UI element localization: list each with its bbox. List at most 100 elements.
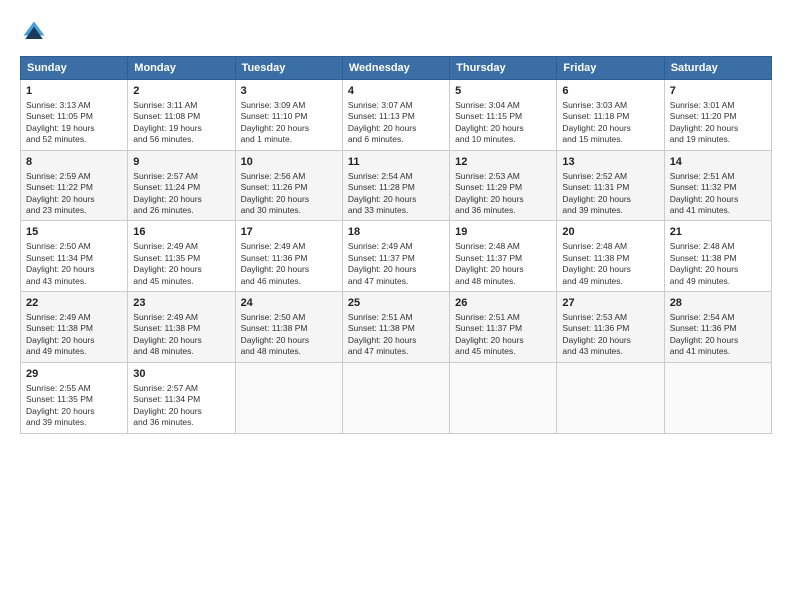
header-day-wednesday: Wednesday xyxy=(342,57,449,80)
day-info: Sunrise: 2:49 AM Sunset: 11:38 PM Daylig… xyxy=(133,312,229,358)
day-number: 22 xyxy=(26,296,122,311)
calendar-cell: 29Sunrise: 2:55 AM Sunset: 11:35 PM Dayl… xyxy=(21,362,128,433)
calendar-cell: 21Sunrise: 2:48 AM Sunset: 11:38 PM Dayl… xyxy=(664,221,771,292)
day-info: Sunrise: 2:59 AM Sunset: 11:22 PM Daylig… xyxy=(26,171,122,217)
calendar-cell: 22Sunrise: 2:49 AM Sunset: 11:38 PM Dayl… xyxy=(21,292,128,363)
page: SundayMondayTuesdayWednesdayThursdayFrid… xyxy=(0,0,792,612)
header xyxy=(20,18,772,46)
day-number: 11 xyxy=(348,155,444,170)
day-number: 7 xyxy=(670,84,766,99)
calendar-cell: 23Sunrise: 2:49 AM Sunset: 11:38 PM Dayl… xyxy=(128,292,235,363)
day-number: 14 xyxy=(670,155,766,170)
calendar-cell: 2Sunrise: 3:11 AM Sunset: 11:08 PM Dayli… xyxy=(128,80,235,151)
day-number: 2 xyxy=(133,84,229,99)
calendar-cell: 12Sunrise: 2:53 AM Sunset: 11:29 PM Dayl… xyxy=(450,150,557,221)
week-row-1: 1Sunrise: 3:13 AM Sunset: 11:05 PM Dayli… xyxy=(21,80,772,151)
day-number: 29 xyxy=(26,367,122,382)
calendar-cell: 4Sunrise: 3:07 AM Sunset: 11:13 PM Dayli… xyxy=(342,80,449,151)
header-day-saturday: Saturday xyxy=(664,57,771,80)
day-info: Sunrise: 2:50 AM Sunset: 11:38 PM Daylig… xyxy=(241,312,337,358)
calendar-cell: 30Sunrise: 2:57 AM Sunset: 11:34 PM Dayl… xyxy=(128,362,235,433)
calendar-cell: 18Sunrise: 2:49 AM Sunset: 11:37 PM Dayl… xyxy=(342,221,449,292)
day-info: Sunrise: 2:51 AM Sunset: 11:38 PM Daylig… xyxy=(348,312,444,358)
calendar-cell: 7Sunrise: 3:01 AM Sunset: 11:20 PM Dayli… xyxy=(664,80,771,151)
day-number: 5 xyxy=(455,84,551,99)
calendar-cell: 5Sunrise: 3:04 AM Sunset: 11:15 PM Dayli… xyxy=(450,80,557,151)
calendar-cell: 13Sunrise: 2:52 AM Sunset: 11:31 PM Dayl… xyxy=(557,150,664,221)
day-number: 16 xyxy=(133,225,229,240)
day-number: 24 xyxy=(241,296,337,311)
week-row-4: 22Sunrise: 2:49 AM Sunset: 11:38 PM Dayl… xyxy=(21,292,772,363)
week-row-5: 29Sunrise: 2:55 AM Sunset: 11:35 PM Dayl… xyxy=(21,362,772,433)
calendar-cell xyxy=(342,362,449,433)
calendar-cell: 6Sunrise: 3:03 AM Sunset: 11:18 PM Dayli… xyxy=(557,80,664,151)
day-info: Sunrise: 2:49 AM Sunset: 11:37 PM Daylig… xyxy=(348,241,444,287)
calendar-cell: 14Sunrise: 2:51 AM Sunset: 11:32 PM Dayl… xyxy=(664,150,771,221)
day-number: 30 xyxy=(133,367,229,382)
week-row-3: 15Sunrise: 2:50 AM Sunset: 11:34 PM Dayl… xyxy=(21,221,772,292)
day-info: Sunrise: 2:54 AM Sunset: 11:36 PM Daylig… xyxy=(670,312,766,358)
day-info: Sunrise: 2:53 AM Sunset: 11:29 PM Daylig… xyxy=(455,171,551,217)
day-number: 27 xyxy=(562,296,658,311)
day-number: 4 xyxy=(348,84,444,99)
day-number: 19 xyxy=(455,225,551,240)
logo-icon xyxy=(20,18,48,46)
header-day-monday: Monday xyxy=(128,57,235,80)
calendar-cell xyxy=(450,362,557,433)
day-number: 10 xyxy=(241,155,337,170)
calendar-cell: 8Sunrise: 2:59 AM Sunset: 11:22 PM Dayli… xyxy=(21,150,128,221)
day-info: Sunrise: 3:07 AM Sunset: 11:13 PM Daylig… xyxy=(348,100,444,146)
day-info: Sunrise: 2:49 AM Sunset: 11:35 PM Daylig… xyxy=(133,241,229,287)
calendar-cell: 3Sunrise: 3:09 AM Sunset: 11:10 PM Dayli… xyxy=(235,80,342,151)
calendar-cell: 16Sunrise: 2:49 AM Sunset: 11:35 PM Dayl… xyxy=(128,221,235,292)
day-number: 15 xyxy=(26,225,122,240)
calendar-cell: 11Sunrise: 2:54 AM Sunset: 11:28 PM Dayl… xyxy=(342,150,449,221)
day-info: Sunrise: 2:48 AM Sunset: 11:38 PM Daylig… xyxy=(670,241,766,287)
calendar-cell: 25Sunrise: 2:51 AM Sunset: 11:38 PM Dayl… xyxy=(342,292,449,363)
header-row: SundayMondayTuesdayWednesdayThursdayFrid… xyxy=(21,57,772,80)
calendar-cell: 26Sunrise: 2:51 AM Sunset: 11:37 PM Dayl… xyxy=(450,292,557,363)
day-info: Sunrise: 2:56 AM Sunset: 11:26 PM Daylig… xyxy=(241,171,337,217)
logo xyxy=(20,18,52,46)
calendar-cell: 19Sunrise: 2:48 AM Sunset: 11:37 PM Dayl… xyxy=(450,221,557,292)
header-day-thursday: Thursday xyxy=(450,57,557,80)
day-info: Sunrise: 2:53 AM Sunset: 11:36 PM Daylig… xyxy=(562,312,658,358)
day-info: Sunrise: 3:04 AM Sunset: 11:15 PM Daylig… xyxy=(455,100,551,146)
day-info: Sunrise: 2:57 AM Sunset: 11:24 PM Daylig… xyxy=(133,171,229,217)
day-number: 13 xyxy=(562,155,658,170)
day-info: Sunrise: 2:54 AM Sunset: 11:28 PM Daylig… xyxy=(348,171,444,217)
calendar-cell: 1Sunrise: 3:13 AM Sunset: 11:05 PM Dayli… xyxy=(21,80,128,151)
calendar-cell: 28Sunrise: 2:54 AM Sunset: 11:36 PM Dayl… xyxy=(664,292,771,363)
day-info: Sunrise: 2:48 AM Sunset: 11:37 PM Daylig… xyxy=(455,241,551,287)
calendar-cell xyxy=(557,362,664,433)
week-row-2: 8Sunrise: 2:59 AM Sunset: 11:22 PM Dayli… xyxy=(21,150,772,221)
day-info: Sunrise: 2:57 AM Sunset: 11:34 PM Daylig… xyxy=(133,383,229,429)
day-info: Sunrise: 3:13 AM Sunset: 11:05 PM Daylig… xyxy=(26,100,122,146)
header-day-sunday: Sunday xyxy=(21,57,128,80)
day-info: Sunrise: 2:52 AM Sunset: 11:31 PM Daylig… xyxy=(562,171,658,217)
day-info: Sunrise: 2:49 AM Sunset: 11:36 PM Daylig… xyxy=(241,241,337,287)
day-info: Sunrise: 3:09 AM Sunset: 11:10 PM Daylig… xyxy=(241,100,337,146)
day-info: Sunrise: 3:11 AM Sunset: 11:08 PM Daylig… xyxy=(133,100,229,146)
day-number: 9 xyxy=(133,155,229,170)
calendar-cell: 17Sunrise: 2:49 AM Sunset: 11:36 PM Dayl… xyxy=(235,221,342,292)
day-number: 23 xyxy=(133,296,229,311)
calendar-cell: 20Sunrise: 2:48 AM Sunset: 11:38 PM Dayl… xyxy=(557,221,664,292)
day-info: Sunrise: 2:55 AM Sunset: 11:35 PM Daylig… xyxy=(26,383,122,429)
day-number: 21 xyxy=(670,225,766,240)
day-number: 28 xyxy=(670,296,766,311)
calendar-cell: 27Sunrise: 2:53 AM Sunset: 11:36 PM Dayl… xyxy=(557,292,664,363)
calendar-cell xyxy=(664,362,771,433)
calendar-table: SundayMondayTuesdayWednesdayThursdayFrid… xyxy=(20,56,772,434)
day-number: 20 xyxy=(562,225,658,240)
day-info: Sunrise: 2:51 AM Sunset: 11:37 PM Daylig… xyxy=(455,312,551,358)
header-day-friday: Friday xyxy=(557,57,664,80)
day-number: 17 xyxy=(241,225,337,240)
calendar-cell xyxy=(235,362,342,433)
day-info: Sunrise: 2:49 AM Sunset: 11:38 PM Daylig… xyxy=(26,312,122,358)
day-info: Sunrise: 2:50 AM Sunset: 11:34 PM Daylig… xyxy=(26,241,122,287)
day-number: 18 xyxy=(348,225,444,240)
calendar-cell: 9Sunrise: 2:57 AM Sunset: 11:24 PM Dayli… xyxy=(128,150,235,221)
day-info: Sunrise: 2:48 AM Sunset: 11:38 PM Daylig… xyxy=(562,241,658,287)
day-info: Sunrise: 2:51 AM Sunset: 11:32 PM Daylig… xyxy=(670,171,766,217)
